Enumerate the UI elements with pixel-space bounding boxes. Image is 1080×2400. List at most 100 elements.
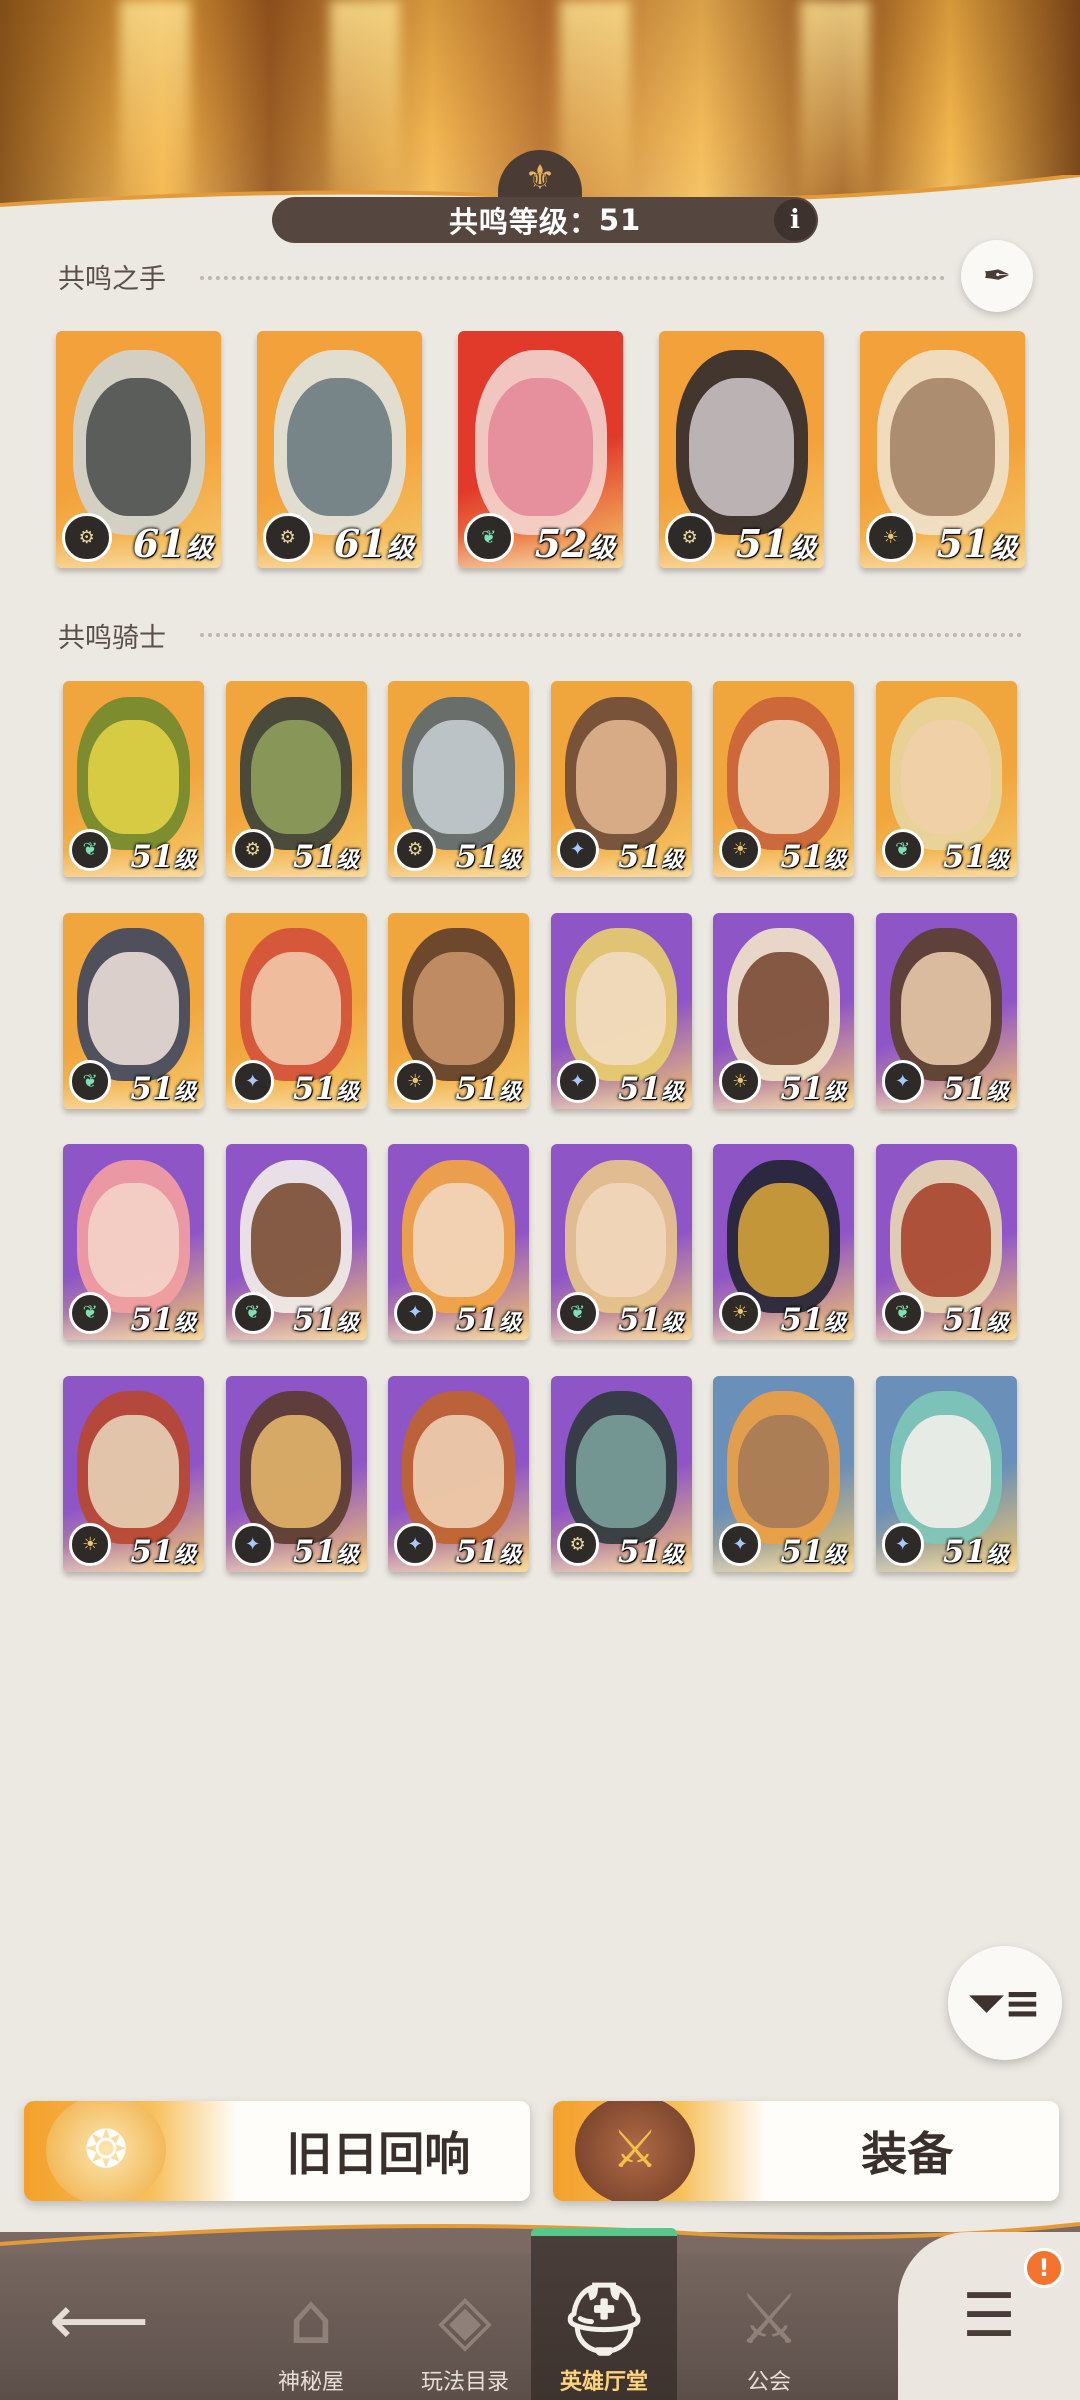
hero-card[interactable]: ❦ 51级 — [63, 912, 204, 1109]
hero-level: 51级 — [943, 1302, 1009, 1338]
hero-card[interactable]: ✦ 51级 — [550, 681, 692, 877]
hero-level: 51级 — [618, 1533, 684, 1570]
star-compass-icon: ✦ — [394, 1523, 437, 1566]
hero-card[interactable]: ⚙ 61级 — [56, 331, 221, 568]
helmet-icon: ⛑ — [559, 2278, 649, 2360]
nav-item-guild[interactable]: ⚔ 公会 — [694, 2256, 844, 2396]
hero-level: 51级 — [455, 1302, 521, 1338]
hero-level: 51级 — [780, 1533, 846, 1570]
hero-card[interactable]: ✦ 51级 — [875, 912, 1017, 1109]
hero-card[interactable]: ❦ 51级 — [875, 681, 1017, 877]
hero-level: 51级 — [293, 1070, 359, 1107]
hero-level: 51级 — [618, 839, 684, 875]
hero-card[interactable]: ❦ 51级 — [63, 1144, 204, 1340]
hero-card[interactable]: ✦ 51级 — [713, 1375, 854, 1572]
hero-level: 51级 — [130, 1070, 196, 1107]
radiant-sun-icon: ☀ — [69, 1523, 112, 1566]
hero-level: 61级 — [333, 521, 414, 566]
star-compass-icon: ✦ — [556, 1060, 599, 1103]
hero-card[interactable]: ❦ 51级 — [225, 1144, 367, 1340]
tech-gear-icon: ⚙ — [665, 512, 715, 562]
hero-level: 51级 — [293, 839, 359, 875]
hero-card[interactable]: ❦ 52级 — [458, 331, 623, 568]
diamond-icon: ◈ — [438, 2278, 492, 2360]
hero-level: 51级 — [943, 1070, 1009, 1107]
star-compass-icon: ✦ — [231, 1060, 274, 1103]
hero-card[interactable]: ☀ 51级 — [713, 912, 854, 1109]
old-echo-button[interactable]: ❂ 旧日回响 — [24, 2101, 530, 2201]
nature-leaf-icon: ❦ — [556, 1291, 599, 1334]
hero-level: 51级 — [735, 521, 816, 566]
hero-level: 51级 — [618, 1070, 684, 1107]
hero-card[interactable]: ☀ 51级 — [388, 912, 529, 1109]
hero-card[interactable]: ☀ 51级 — [713, 681, 854, 877]
hero-card[interactable]: ⚙ 51级 — [388, 681, 529, 877]
nav-item-hero-hall[interactable]: ⛑ 英雄厅堂 — [529, 2256, 679, 2396]
hero-level: 51级 — [130, 839, 196, 875]
hero-level: 51级 — [293, 1533, 359, 1570]
quill-edit-icon[interactable]: ✒ — [961, 240, 1033, 312]
back-arrow-icon[interactable]: ⟵ — [44, 2270, 154, 2370]
tech-gear-icon: ⚙ — [231, 828, 274, 871]
hero-card[interactable]: ☀ 51级 — [713, 1144, 854, 1340]
hero-card[interactable]: ✦ 51级 — [225, 912, 367, 1109]
section-title-hand: 共鸣之手 — [58, 264, 166, 295]
hero-card[interactable]: ✦ 51级 — [550, 912, 692, 1109]
equipment-label: 装备 — [861, 2127, 954, 2181]
equipment-button[interactable]: ⚔ 装备 — [553, 2101, 1059, 2201]
hero-level: 51级 — [943, 1533, 1009, 1570]
nav-label: 英雄厅堂 — [559, 2370, 648, 2395]
hero-level: 51级 — [455, 839, 521, 875]
tech-gear-icon: ⚙ — [556, 1523, 599, 1566]
hero-level: 51级 — [780, 1302, 846, 1338]
scroll-icon: ❂ — [46, 2101, 166, 2201]
hero-level: 52级 — [534, 521, 615, 566]
old-echo-label: 旧日回响 — [286, 2127, 471, 2181]
filter-sort-icon[interactable]: ⏷≡ — [948, 1946, 1062, 2060]
section-title-knight: 共鸣骑士 — [58, 623, 166, 654]
hero-card[interactable]: ✦ 51级 — [875, 1375, 1017, 1572]
hero-card[interactable]: ⚙ 51级 — [659, 331, 824, 568]
nature-leaf-icon: ❦ — [69, 1291, 112, 1334]
nav-label: 神秘屋 — [277, 2370, 344, 2395]
hero-card[interactable]: ⚙ 51级 — [225, 681, 367, 877]
hero-level: 51级 — [780, 839, 846, 875]
star-compass-icon: ✦ — [881, 1060, 924, 1103]
hero-card[interactable]: ❦ 51级 — [550, 1144, 692, 1340]
hero-level: 51级 — [780, 1070, 846, 1107]
nature-leaf-icon: ❦ — [231, 1291, 274, 1334]
swords-icon: ⚔ — [737, 2278, 801, 2360]
nav-item-mystery-house[interactable]: ⌂ 神秘屋 — [236, 2256, 386, 2396]
hero-card[interactable]: ✦ 51级 — [225, 1375, 367, 1572]
star-compass-icon: ✦ — [556, 828, 599, 871]
divider — [200, 276, 945, 280]
radiant-sun-icon: ☀ — [719, 1060, 762, 1103]
hero-level: 51级 — [130, 1533, 196, 1570]
radiant-sun-icon: ☀ — [719, 828, 762, 871]
hero-card[interactable]: ✦ 51级 — [388, 1144, 529, 1340]
resonance-level-value: 51 — [598, 203, 642, 237]
hero-level: 51级 — [943, 839, 1009, 875]
nature-leaf-icon: ❦ — [881, 828, 924, 871]
info-icon[interactable]: i — [774, 199, 816, 241]
nature-leaf-icon: ❦ — [464, 512, 514, 562]
hero-card[interactable]: ⚙ 61级 — [257, 331, 422, 568]
tech-gear-icon: ⚙ — [394, 828, 437, 871]
hero-level: 51级 — [455, 1070, 521, 1107]
hero-card[interactable]: ☀ 51级 — [860, 331, 1025, 568]
hero-level: 51级 — [293, 1302, 359, 1338]
radiant-sun-icon: ☀ — [866, 512, 916, 562]
hero-card[interactable]: ❦ 51级 — [875, 1144, 1017, 1340]
hero-card[interactable]: ☀ 51级 — [63, 1375, 204, 1572]
hero-level: 51级 — [936, 521, 1017, 566]
hero-card[interactable]: ❦ 51级 — [63, 681, 204, 877]
house-icon: ⌂ — [288, 2278, 334, 2360]
hero-card[interactable]: ⚙ 51级 — [550, 1375, 692, 1572]
nav-item-gameplay-catalog[interactable]: ◈ 玩法目录 — [390, 2256, 540, 2396]
star-compass-icon: ✦ — [881, 1523, 924, 1566]
hero-level: 51级 — [130, 1302, 196, 1338]
nav-label: 公会 — [746, 2370, 791, 2395]
tech-gear-icon: ⚙ — [263, 512, 313, 562]
hero-card[interactable]: ✦ 51级 — [388, 1375, 529, 1572]
nav-label: 玩法目录 — [420, 2370, 509, 2395]
